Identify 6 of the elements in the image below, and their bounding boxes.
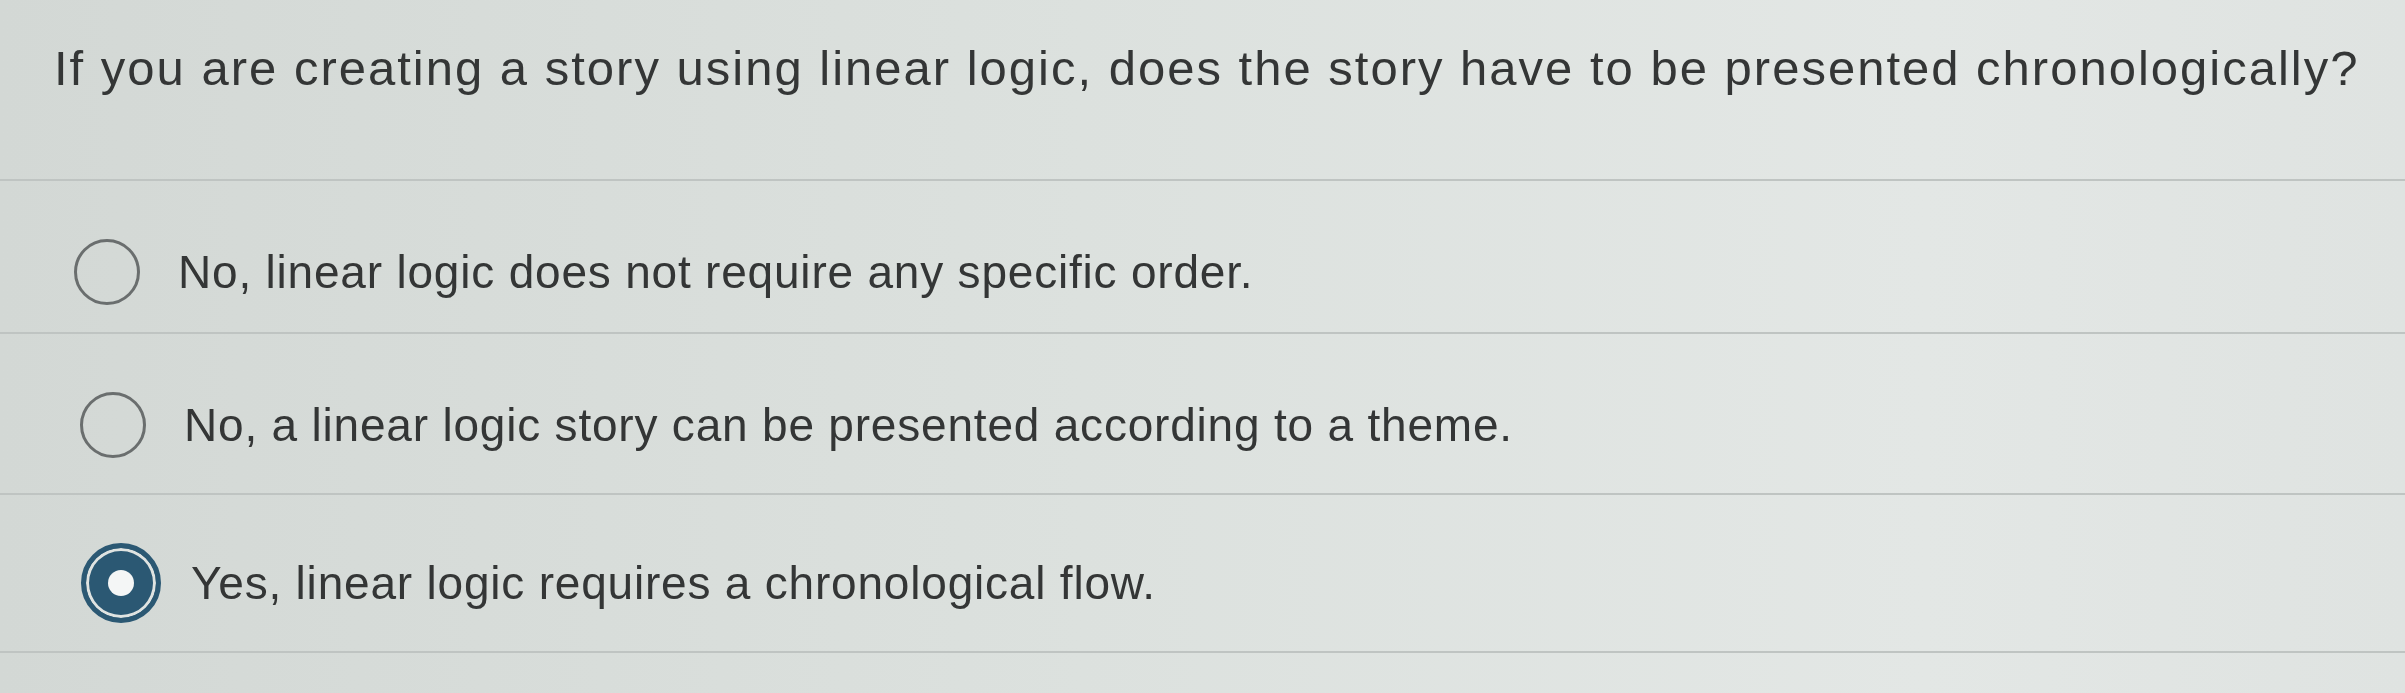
- option-text: No, a linear logic story can be presented according to a theme.: [184, 397, 1513, 453]
- question-text: If you are creating a story using linear logic, does the story have to be presented chronologically?: [54, 40, 2361, 97]
- option-text: No, linear logic does not require any specific order.: [178, 244, 1254, 300]
- radio-button[interactable]: [80, 391, 146, 458]
- radio-button[interactable]: [74, 238, 140, 305]
- option-text: Yes, linear logic requires a chronological flow.: [191, 556, 1156, 611]
